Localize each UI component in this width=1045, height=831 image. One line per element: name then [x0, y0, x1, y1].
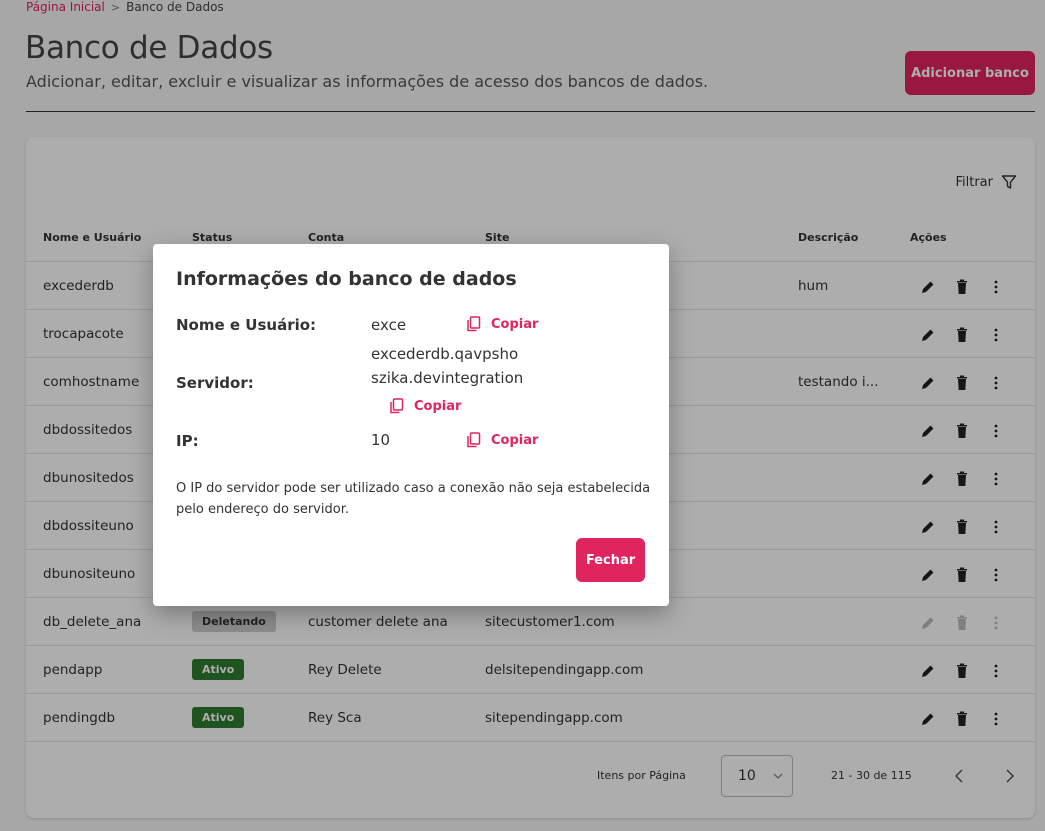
copy-server-label: Copiar — [414, 398, 462, 414]
copy-icon — [467, 316, 481, 332]
modal-server-value-line1: excederdb.qavpsho — [371, 345, 519, 363]
modal-server-value-line2: szika.devintegration — [371, 369, 524, 387]
modal-ip-value: 10 — [371, 431, 391, 449]
modal-server-label: Servidor: — [176, 374, 254, 392]
copy-server-button[interactable]: Copiar — [389, 398, 461, 414]
modal-name-value: exce — [371, 316, 407, 334]
modal-title: Informações do banco de dados — [176, 268, 517, 290]
modal-name-label: Nome e Usuário: — [176, 316, 317, 334]
copy-ip-label: Copiar — [491, 432, 539, 448]
close-modal-button[interactable]: Fechar — [576, 538, 645, 582]
modal-ip-label: IP: — [176, 432, 199, 450]
copy-ip-button[interactable]: Copiar — [466, 432, 538, 448]
copy-name-button[interactable]: Copiar — [466, 316, 538, 332]
modal-note: O IP do servidor pode ser utilizado caso… — [176, 481, 651, 517]
copy-icon — [390, 398, 404, 414]
copy-icon — [467, 432, 481, 448]
database-info-modal: Informações do banco de dados Nome e Usu… — [153, 244, 669, 606]
copy-name-label: Copiar — [491, 316, 539, 332]
